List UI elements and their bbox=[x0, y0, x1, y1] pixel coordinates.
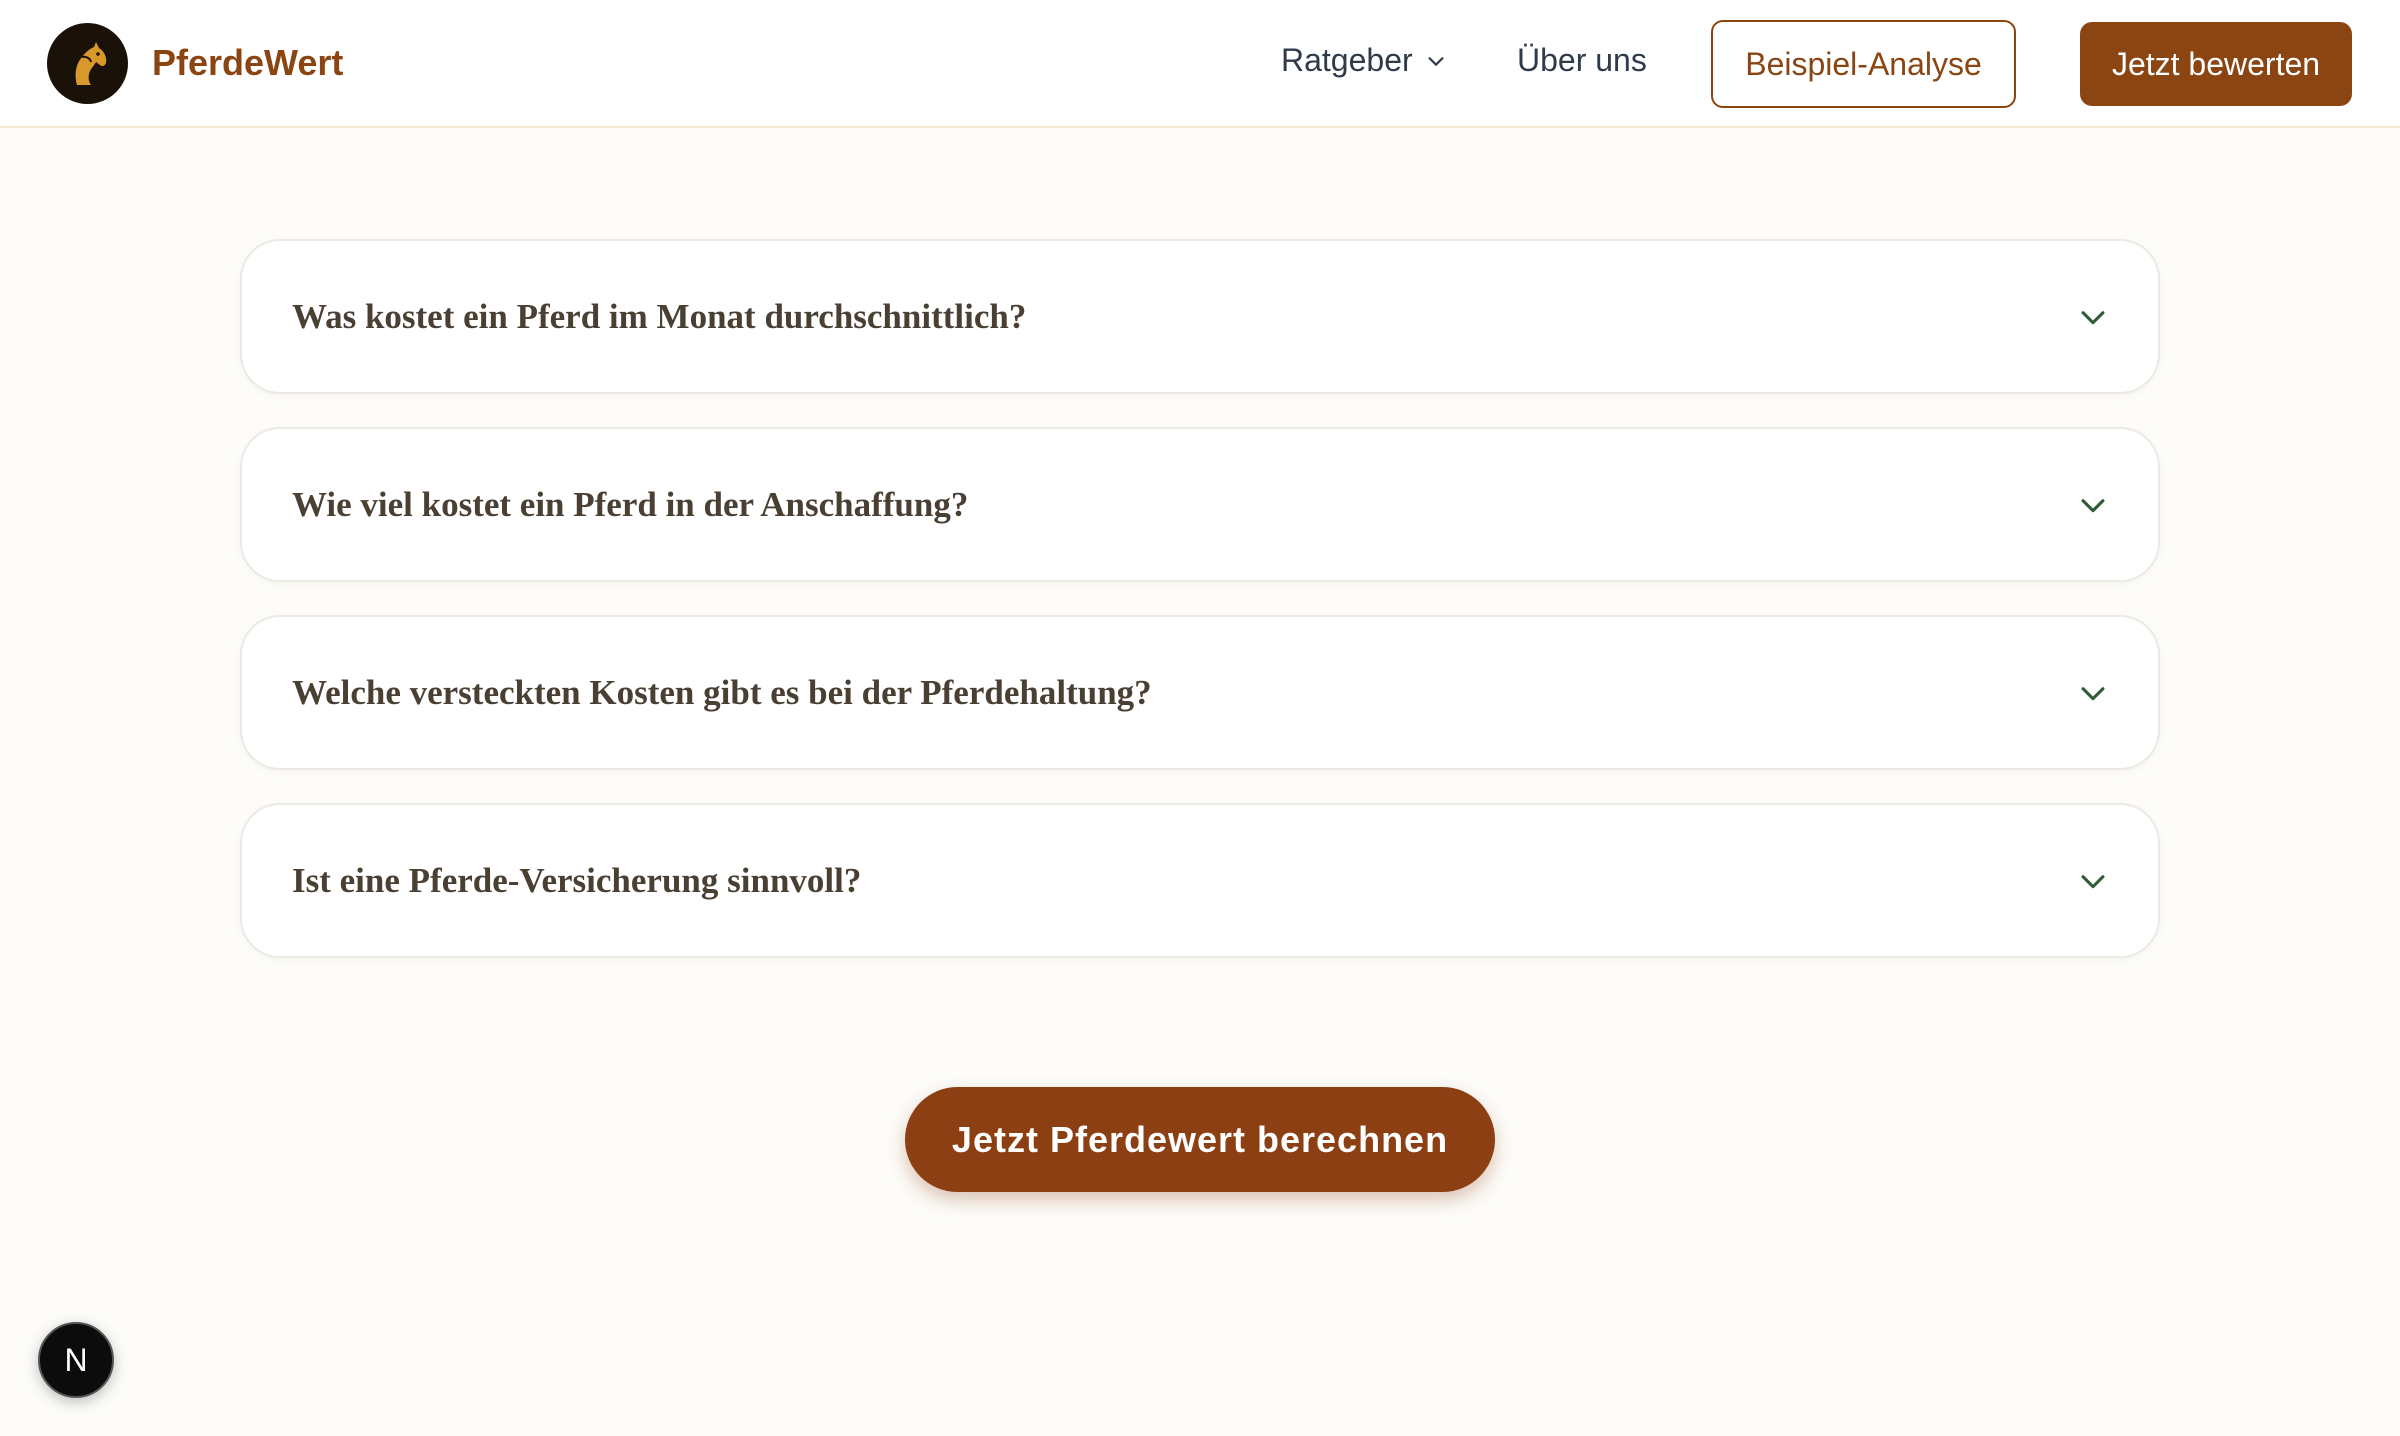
site-header: PferdeWert Ratgeber Über uns Beispiel-An… bbox=[0, 0, 2400, 128]
faq-question: Was kostet ein Pferd im Monat durchschni… bbox=[292, 296, 1027, 336]
faq-item[interactable]: Was kostet ein Pferd im Monat durchschni… bbox=[240, 239, 2160, 394]
horse-head-icon bbox=[75, 41, 106, 85]
chevron-down-icon bbox=[1428, 56, 1444, 66]
nextjs-dev-indicator[interactable]: N bbox=[38, 1322, 114, 1398]
brand-name[interactable]: PferdeWert bbox=[152, 42, 343, 84]
jetzt-bewerten-button[interactable]: Jetzt bewerten bbox=[2080, 22, 2352, 106]
faq-question: Wie viel kostet ein Pferd in der Anschaf… bbox=[292, 484, 969, 524]
logo[interactable] bbox=[47, 23, 128, 104]
chevron-down-icon bbox=[2076, 300, 2110, 334]
faq-list: Was kostet ein Pferd im Monat durchschni… bbox=[240, 239, 2160, 991]
faq-question: Welche versteckten Kosten gibt es bei de… bbox=[292, 672, 1152, 712]
pferdewert-berechnen-button[interactable]: Jetzt Pferdewert berechnen bbox=[905, 1087, 1495, 1192]
chevron-down-icon bbox=[2076, 864, 2110, 898]
faq-item[interactable]: Ist eine Pferde-Versicherung sinnvoll? bbox=[240, 803, 2160, 958]
chevron-down-icon bbox=[2076, 488, 2110, 522]
nav-ratgeber-label: Ratgeber bbox=[1281, 42, 1413, 78]
nav-ratgeber-dropdown[interactable]: Ratgeber bbox=[1281, 42, 1447, 79]
nav-ueber-uns[interactable]: Über uns bbox=[1517, 42, 1647, 79]
beispiel-analyse-button[interactable]: Beispiel-Analyse bbox=[1711, 20, 2016, 108]
faq-question: Ist eine Pferde-Versicherung sinnvoll? bbox=[292, 860, 862, 900]
faq-item[interactable]: Welche versteckten Kosten gibt es bei de… bbox=[240, 615, 2160, 770]
faq-item[interactable]: Wie viel kostet ein Pferd in der Anschaf… bbox=[240, 427, 2160, 582]
chevron-down-icon bbox=[2076, 676, 2110, 710]
